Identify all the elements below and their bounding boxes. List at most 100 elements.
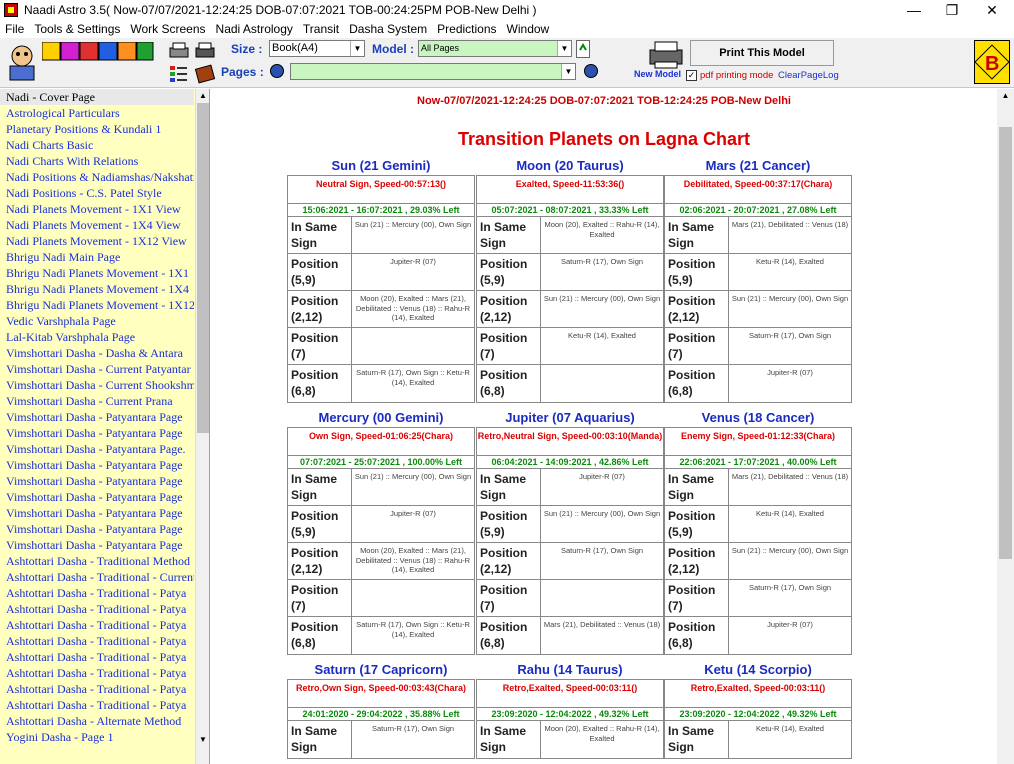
sidebar-item[interactable]: Vimshottari Dasha - Patyantara Page xyxy=(0,489,194,505)
sidebar-item[interactable]: Lal-Kitab Varshphala Page xyxy=(0,329,194,345)
sidebar-item[interactable]: Vimshottari Dasha - Current Shookshma xyxy=(0,377,194,393)
sidebar-item[interactable]: Bhrigu Nadi Main Page xyxy=(0,249,194,265)
sidebar-item[interactable]: Vimshottari Dasha - Patyantara Page xyxy=(0,457,194,473)
sidebar-scroll-thumb[interactable] xyxy=(197,103,209,433)
clear-page-log-link[interactable]: ClearPageLog xyxy=(778,70,839,81)
refresh-icon[interactable] xyxy=(576,40,590,58)
sidebar-item[interactable]: Nadi Charts With Relations xyxy=(0,153,194,169)
sidebar-item[interactable]: Vimshottari Dasha - Patyantara Page. xyxy=(0,441,194,457)
scroll-up-icon[interactable]: ▲ xyxy=(999,91,1012,101)
sidebar-item[interactable]: Ashtottari Dasha - Traditional - Patya xyxy=(0,633,194,649)
size-select[interactable]: Book(A4) ▼ xyxy=(269,40,365,57)
row-value xyxy=(541,365,663,402)
row-value xyxy=(541,580,663,616)
sidebar-item[interactable]: Nadi Positions - C.S. Patel Style xyxy=(0,185,194,201)
sidebar-item[interactable]: Ashtottari Dasha - Traditional - Patya xyxy=(0,585,194,601)
planet-tiles-icon[interactable] xyxy=(42,42,154,62)
next-page-icon[interactable] xyxy=(584,64,598,78)
sidebar-item[interactable]: Ashtottari Dasha - Traditional - Patya xyxy=(0,697,194,713)
sidebar-item[interactable]: Vedic Varshphala Page xyxy=(0,313,194,329)
planet-table: Retro,Exalted, Speed-00:03:11() 23:09:202… xyxy=(476,679,664,759)
previous-page-icon[interactable] xyxy=(270,64,284,78)
sidebar-scrollbar[interactable]: ▲ ▼ xyxy=(195,89,209,764)
new-model-label[interactable]: New Model xyxy=(634,69,681,79)
sidebar-item[interactable]: Planetary Positions & Kundali 1 xyxy=(0,121,194,137)
sidebar-item[interactable]: Ashtottari Dasha - Traditional - Patya xyxy=(0,681,194,697)
book-icon[interactable] xyxy=(194,64,216,84)
size-value: Book(A4) xyxy=(272,42,318,54)
planet-status: Retro,Exalted, Speed-00:03:11() xyxy=(477,680,663,708)
print-icon[interactable] xyxy=(168,42,190,60)
menu-file[interactable]: File xyxy=(0,22,29,36)
sidebar-item[interactable]: Nadi Charts Basic xyxy=(0,137,194,153)
main-scroll-thumb[interactable] xyxy=(999,127,1012,559)
scroll-down-icon[interactable]: ▼ xyxy=(197,735,209,745)
scroll-up-icon[interactable]: ▲ xyxy=(197,91,209,101)
menu-nadi-astrology[interactable]: Nadi Astrology xyxy=(211,22,298,36)
table-row: Position (7) xyxy=(477,580,663,617)
planet-status: Neutral Sign, Speed-00:57:13() xyxy=(288,176,474,204)
planet-dates: 05:07:2021 - 08:07:2021 , 33.33% Left xyxy=(477,204,663,217)
sidebar-item[interactable]: Astrological Particulars xyxy=(0,105,194,121)
sidebar-item[interactable]: Bhrigu Nadi Planets Movement - 1X12 xyxy=(0,297,194,313)
planet-status: Retro,Own Sign, Speed-00:03:43(Chara) xyxy=(288,680,474,708)
menu-predictions[interactable]: Predictions xyxy=(432,22,501,36)
sidebar-item[interactable]: Ashtottari Dasha - Traditional - Patya xyxy=(0,617,194,633)
sidebar-item[interactable]: Ashtottari Dasha - Alternate Method xyxy=(0,713,194,729)
row-label: Position (2,12) xyxy=(288,291,352,327)
menu-work-screens[interactable]: Work Screens xyxy=(125,22,210,36)
row-value: Mars (21), Debilitated :: Venus (18) xyxy=(543,620,661,629)
close-button[interactable]: ✕ xyxy=(972,0,1012,20)
print-model-button[interactable]: Print This Model xyxy=(690,40,834,66)
sidebar-item[interactable]: Vimshottari Dasha - Dasha & Antara xyxy=(0,345,194,361)
sidebar-item[interactable]: Vimshottari Dasha - Current Patyantar xyxy=(0,361,194,377)
row-label: Position (6,8) xyxy=(665,617,729,654)
sidebar-item[interactable]: Vimshottari Dasha - Patyantara Page xyxy=(0,473,194,489)
sidebar-item[interactable]: Ashtottari Dasha - Traditional - Patya xyxy=(0,601,194,617)
sidebar-item[interactable]: Vimshottari Dasha - Current Prana xyxy=(0,393,194,409)
planet-table: Neutral Sign, Speed-00:57:13() 15:06:2021… xyxy=(287,175,475,403)
menu-dasha-system[interactable]: Dasha System xyxy=(344,22,432,36)
new-model-printer-icon[interactable] xyxy=(646,40,686,70)
sidebar-item[interactable]: Vimshottari Dasha - Patyantara Page xyxy=(0,521,194,537)
sidebar-item[interactable]: Nadi - Cover Page xyxy=(0,89,194,105)
sidebar-item[interactable]: Nadi Positions & Nadiamshas/Nakshatras xyxy=(0,169,194,185)
restore-button[interactable]: ❐ xyxy=(932,0,972,20)
sidebar-item[interactable]: Yogini Dasha - Page 1 xyxy=(0,729,194,745)
row-label: Position (2,12) xyxy=(665,291,729,327)
app-icon xyxy=(4,3,18,17)
sidebar-item[interactable]: Vimshottari Dasha - Patyantara Page xyxy=(0,537,194,553)
sidebar-item[interactable]: Bhrigu Nadi Planets Movement - 1X4 xyxy=(0,281,194,297)
sidebar-item[interactable]: Vimshottari Dasha - Patyantara Page xyxy=(0,409,194,425)
sidebar-item[interactable]: Nadi Planets Movement - 1X4 View xyxy=(0,217,194,233)
list-icon[interactable] xyxy=(168,64,190,84)
menu-transit[interactable]: Transit xyxy=(298,22,344,36)
title-bar: Naadi Astro 3.5( Now-07/07/2021-12:24:25… xyxy=(0,0,1014,20)
main-scrollbar[interactable]: ▲ xyxy=(997,89,1014,764)
sidebar-item[interactable]: Vimshottari Dasha - Patyantara Page xyxy=(0,425,194,441)
row-value: Saturn-R (17), Own Sign xyxy=(748,583,832,592)
sidebar-item[interactable]: Vimshottari Dasha - Patyantara Page xyxy=(0,505,194,521)
menu-tools-settings[interactable]: Tools & Settings xyxy=(29,22,125,36)
planet-status: Own Sign, Speed-01:06:25(Chara) xyxy=(288,428,474,456)
printer-icon[interactable] xyxy=(194,42,216,60)
table-row: Position (2,12) Moon (20), Exalted :: Mar… xyxy=(288,543,474,580)
minimize-button[interactable]: — xyxy=(894,0,934,20)
pdf-mode-checkbox[interactable]: ✓ xyxy=(686,70,697,81)
page-list[interactable]: Nadi - Cover Page Astrological Particular… xyxy=(0,89,210,764)
sidebar-item[interactable]: Ashtottari Dasha - Traditional Method xyxy=(0,553,194,569)
sidebar-item[interactable]: Ashtottari Dasha - Traditional - Patya xyxy=(0,649,194,665)
sidebar-item[interactable]: Nadi Planets Movement - 1X12 View xyxy=(0,233,194,249)
row-value: Moon (20), Exalted :: Mars (21), Debilit… xyxy=(355,294,471,322)
row-label: Position (7) xyxy=(665,580,729,616)
sidebar-item[interactable]: Nadi Planets Movement - 1X1 View xyxy=(0,201,194,217)
row-label: In Same Sign xyxy=(288,469,352,505)
sidebar-item[interactable]: Ashtottari Dasha - Traditional - Patya xyxy=(0,665,194,681)
model-select[interactable]: All Pages ▼ xyxy=(418,40,572,57)
sidebar-item[interactable]: Bhrigu Nadi Planets Movement - 1X1 xyxy=(0,265,194,281)
sidebar-item[interactable]: Ashtottari Dasha - Traditional - Current xyxy=(0,569,194,585)
menu-window[interactable]: Window xyxy=(502,22,555,36)
astrologer-icon[interactable] xyxy=(4,42,40,82)
pages-select[interactable]: ▼ xyxy=(290,63,576,80)
table-row: Position (7) Saturn-R (17), Own Sign xyxy=(665,328,851,365)
